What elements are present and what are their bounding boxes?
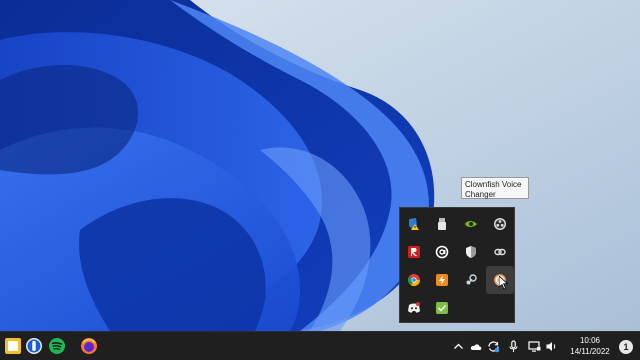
start-tile-icon[interactable] (4, 337, 22, 355)
clock-time: 10:06 (579, 336, 601, 345)
spotify-icon[interactable] (48, 337, 66, 355)
discord-icon[interactable] (400, 294, 428, 322)
display-icon[interactable] (528, 340, 541, 353)
nvidia-icon[interactable] (457, 210, 485, 238)
obs-studio-icon[interactable] (486, 210, 514, 238)
firefox-icon[interactable] (80, 337, 98, 355)
cloud-link-icon[interactable] (486, 238, 514, 266)
usb-drive-icon[interactable] (428, 210, 456, 238)
security-shield-icon[interactable] (457, 238, 485, 266)
red-r-app-icon[interactable] (400, 238, 428, 266)
tray-overflow-flyout (399, 207, 515, 323)
tooltip: Clownfish Voice Changer (461, 177, 529, 199)
sync-icon[interactable] (487, 340, 500, 353)
volume-icon[interactable] (545, 340, 558, 353)
steam-icon[interactable] (457, 266, 485, 294)
at-sign-app-icon[interactable] (428, 238, 456, 266)
mouse-cursor-icon (499, 276, 508, 290)
onedrive-cloud-icon[interactable] (469, 340, 482, 353)
show-hidden-icons-chevron-icon[interactable] (452, 340, 465, 353)
chrome-icon[interactable] (400, 266, 428, 294)
clock[interactable]: 10:06 14/11/2022 (566, 335, 614, 357)
tooltip-text: Clownfish Voice Changer (465, 180, 522, 199)
notification-badge[interactable]: 1 (619, 340, 633, 354)
taskbar: 10:06 14/11/2022 1 (0, 331, 640, 360)
vpn-shield-warning-icon[interactable] (400, 210, 428, 238)
clock-date: 14/11/2022 (570, 347, 610, 356)
wallpaper-bloom (0, 0, 640, 331)
green-check-app-icon[interactable] (428, 294, 456, 322)
microphone-icon[interactable] (507, 340, 520, 353)
bitwarden-icon[interactable] (25, 337, 43, 355)
orange-lightning-app-icon[interactable] (428, 266, 456, 294)
desktop[interactable]: Clownfish Voice Changer (0, 0, 640, 331)
